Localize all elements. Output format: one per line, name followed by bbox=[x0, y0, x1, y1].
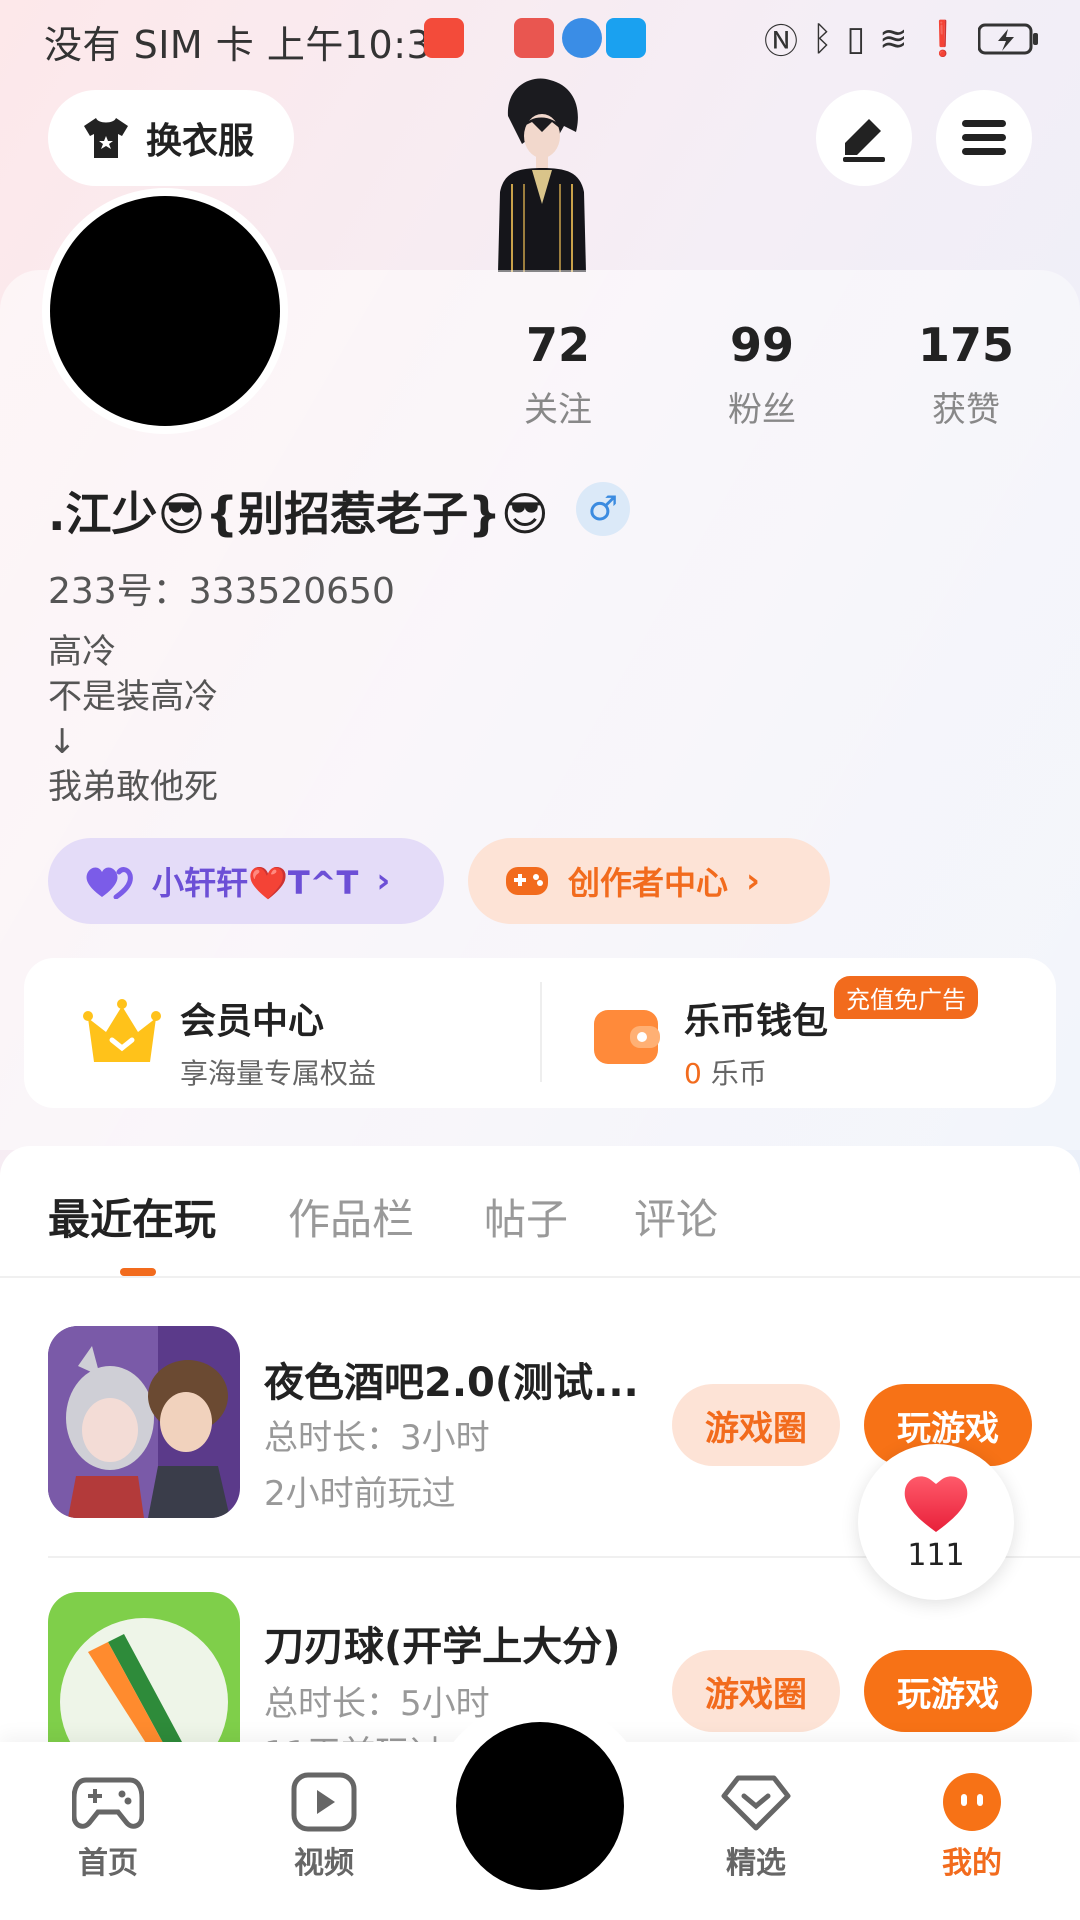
wallet-unit: 乐币 bbox=[710, 1057, 767, 1090]
stat-followers[interactable]: 99 粉丝 bbox=[682, 318, 842, 431]
play-icon bbox=[291, 1772, 357, 1832]
nav-video-label: 视频 bbox=[294, 1846, 354, 1881]
recharge-badge[interactable]: 充值免广告 bbox=[834, 976, 978, 1019]
bio-line: 高冷 bbox=[48, 632, 116, 672]
nav-featured[interactable]: 精选 bbox=[686, 1772, 826, 1882]
alert-icon: ❗ bbox=[921, 18, 964, 59]
vip-center-card[interactable] bbox=[82, 998, 162, 1074]
nfc-icon: Ⓝ bbox=[764, 22, 799, 62]
wallet-card[interactable] bbox=[590, 1002, 662, 1072]
stat-likes[interactable]: 175 获赞 bbox=[886, 318, 1046, 431]
friend-chip[interactable]: 小轩轩❤️T^T › bbox=[48, 838, 444, 924]
game-last-played: 2小时前玩过 bbox=[264, 1474, 456, 1514]
change-outfit-button[interactable]: 换衣服 bbox=[48, 90, 294, 186]
game-last-played: 11天前玩过 bbox=[264, 1726, 443, 1742]
app-notification-icon bbox=[424, 18, 464, 58]
crown-icon bbox=[83, 999, 161, 1062]
bluetooth-icon: ᛒ bbox=[812, 18, 833, 59]
stat-following[interactable]: 72 关注 bbox=[478, 318, 638, 431]
vip-text[interactable]: 会员中心 享海量专属权益 bbox=[180, 992, 376, 1092]
bio-line: 我弟敢他死 bbox=[48, 767, 218, 807]
gamepad-icon bbox=[72, 1777, 144, 1829]
tab-comments[interactable]: 评论 bbox=[634, 1186, 718, 1247]
game-circle-button[interactable]: 游戏圈 bbox=[672, 1384, 840, 1466]
vibrate-icon: ▯ bbox=[846, 18, 866, 59]
wifi-icon: ≋ bbox=[879, 18, 908, 59]
game-duration: 总时长：3小时 bbox=[264, 1418, 490, 1458]
menu-button[interactable] bbox=[936, 90, 1032, 186]
nav-video[interactable]: 视频 bbox=[254, 1772, 394, 1882]
creator-center-chip[interactable]: 创作者中心 › bbox=[468, 838, 830, 924]
wallet-amount: 0 bbox=[684, 1057, 702, 1090]
pen-icon bbox=[843, 119, 885, 162]
tabs-divider bbox=[0, 1276, 1080, 1278]
nav-mine[interactable]: 我的 bbox=[902, 1772, 1042, 1882]
battery-icon bbox=[978, 23, 1038, 54]
wallet-icon bbox=[594, 1010, 660, 1064]
likes-count: 175 bbox=[917, 318, 1015, 372]
tab-indicator bbox=[120, 1268, 156, 1276]
huawei-store-icon bbox=[514, 18, 554, 58]
chevron-right-icon: › bbox=[746, 861, 761, 901]
double-heart-icon bbox=[86, 867, 133, 899]
user-id[interactable]: 233号：333520650 bbox=[48, 562, 395, 614]
status-bar: 没有 SIM 卡 上午10:31 Ⓝ ᛒ ▯ ≋ ❗ bbox=[0, 0, 1080, 76]
profile-avatar[interactable] bbox=[50, 196, 280, 426]
male-icon: ♂ bbox=[576, 482, 630, 536]
shirt-icon bbox=[84, 118, 128, 158]
search-app-icon bbox=[606, 18, 646, 58]
gamepad-icon bbox=[506, 867, 548, 895]
vip-title: 会员中心 bbox=[180, 1001, 325, 1042]
vip-subtitle: 享海量专属权益 bbox=[180, 1057, 377, 1090]
game-title[interactable]: 刀刃球(开学上大分) bbox=[264, 1614, 621, 1672]
bio-line: 不是装高冷 bbox=[48, 677, 218, 717]
bio-line: ↓ bbox=[48, 722, 77, 762]
bio: 高冷 不是装高冷 ↓ 我弟敢他死 bbox=[48, 630, 218, 810]
avatar-character bbox=[498, 78, 586, 272]
tab-posts[interactable]: 帖子 bbox=[484, 1186, 568, 1247]
game-title[interactable]: 夜色酒吧2.0(测试... bbox=[264, 1350, 639, 1408]
like-count: 111 bbox=[907, 1537, 965, 1573]
friend-chip-label: 小轩轩❤️T^T bbox=[152, 864, 359, 902]
play-game-button[interactable]: 玩游戏 bbox=[864, 1650, 1032, 1732]
creator-center-label: 创作者中心 bbox=[568, 864, 729, 902]
following-label: 关注 bbox=[524, 390, 592, 430]
wallet-text[interactable]: 乐币钱包 0 乐币 bbox=[684, 992, 828, 1092]
following-count: 72 bbox=[525, 318, 590, 372]
tab-recently-played[interactable]: 最近在玩 bbox=[48, 1186, 216, 1247]
nav-home-label: 首页 bbox=[78, 1846, 138, 1881]
nickname: .江少😎{别招惹老子}😎 bbox=[48, 487, 549, 541]
likes-label: 获赞 bbox=[932, 390, 1000, 430]
menu-icon bbox=[962, 120, 1006, 155]
edit-profile-button[interactable] bbox=[816, 90, 912, 186]
status-text: 没有 SIM 卡 上午10:31 bbox=[44, 23, 456, 67]
wallet-title: 乐币钱包 bbox=[684, 1001, 829, 1042]
game-duration: 总时长：5小时 bbox=[264, 1684, 490, 1724]
game-art bbox=[48, 1592, 240, 1746]
browser-icon bbox=[562, 18, 602, 58]
wallet-balance: 0 乐币 bbox=[684, 1052, 828, 1092]
heart-icon bbox=[904, 1475, 968, 1532]
followers-label: 粉丝 bbox=[728, 390, 796, 430]
chevron-right-icon: › bbox=[376, 861, 391, 901]
change-outfit-label: 换衣服 bbox=[146, 121, 255, 162]
status-icons: Ⓝ ᛒ ▯ ≋ ❗ bbox=[764, 14, 1040, 63]
center-action-button[interactable] bbox=[456, 1722, 624, 1890]
card-divider bbox=[540, 982, 542, 1082]
game-icon-blade-ball[interactable] bbox=[48, 1592, 240, 1746]
smiley-face-icon bbox=[943, 1773, 1001, 1831]
game-icon-night-bar[interactable] bbox=[48, 1326, 240, 1518]
nav-mine-label: 我的 bbox=[942, 1846, 1002, 1881]
tab-works[interactable]: 作品栏 bbox=[288, 1186, 414, 1247]
heart-diamond-icon bbox=[721, 1775, 791, 1831]
game-circle-button[interactable]: 游戏圈 bbox=[672, 1650, 840, 1732]
game-art bbox=[48, 1326, 240, 1518]
nav-featured-label: 精选 bbox=[726, 1846, 786, 1881]
followers-count: 99 bbox=[729, 318, 794, 372]
nav-home[interactable]: 首页 bbox=[38, 1772, 178, 1882]
like-bubble[interactable]: 111 bbox=[858, 1444, 1014, 1600]
